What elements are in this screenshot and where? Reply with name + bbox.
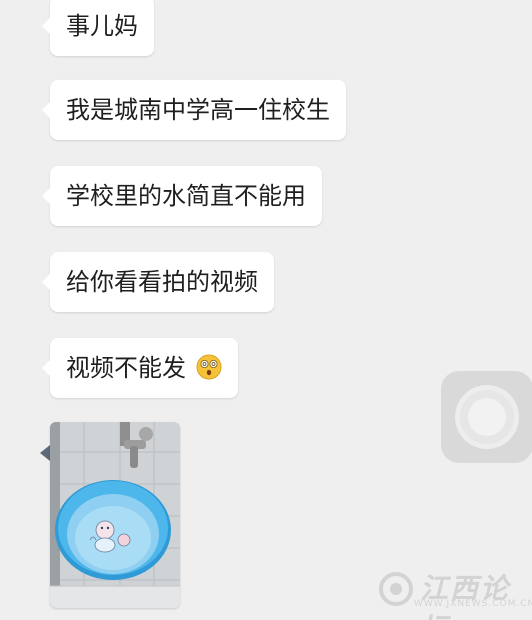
watermark-text: 江西论坛 [420,572,511,620]
message-bubble[interactable]: 视频不能发 [42,338,238,398]
watermark-logo-icon [379,572,413,606]
message-bubble[interactable]: 给你看看拍的视频 [42,252,274,312]
photo-bubble-tail [40,445,50,461]
message-text: 视频不能发 [66,354,186,382]
message-text: 给你看看拍的视频 [66,268,258,296]
chat-window: 事儿妈 我是城南中学高一住校生 学校里的水简直不能用 给你看看拍的视频 视频不能… [0,0,532,620]
shocked-face-emoji [196,354,222,380]
photo-image [50,422,180,608]
assistive-touch-button[interactable] [441,371,532,463]
message-text: 我是城南中学高一住校生 [66,96,330,124]
assistive-touch-core [468,398,506,436]
site-watermark: 江西论坛 WWW.JXNEWS.COM.CN [376,565,532,620]
message-bubble[interactable]: 我是城南中学高一住校生 [42,80,346,140]
washbasin-photo[interactable] [50,422,180,608]
message-bubble[interactable]: 学校里的水简直不能用 [42,166,322,226]
message-bubble[interactable]: 事儿妈 [42,0,154,56]
watermark-url: WWW.JXNEWS.COM.CN [414,599,532,609]
message-text: 事儿妈 [66,12,138,40]
message-text: 学校里的水简直不能用 [66,182,306,210]
